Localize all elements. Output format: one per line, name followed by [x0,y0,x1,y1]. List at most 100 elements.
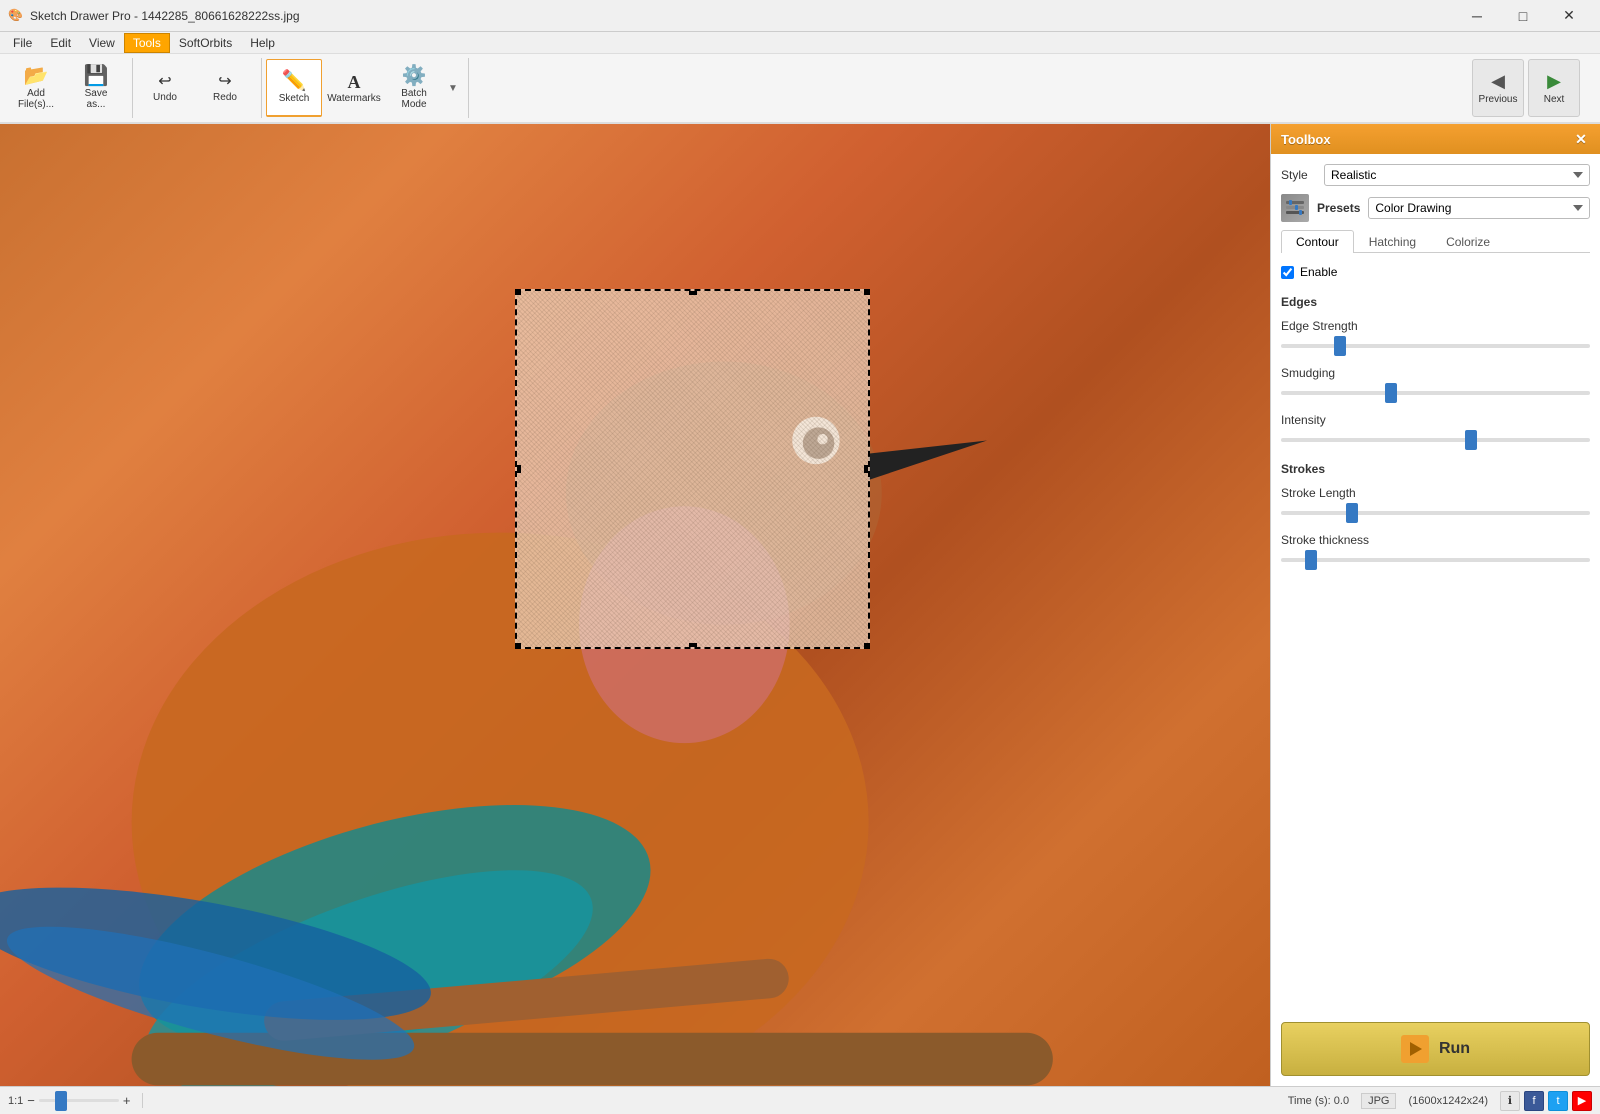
handle-topright[interactable] [864,289,870,295]
intensity-label: Intensity [1281,413,1590,427]
add-files-label: AddFile(s)... [18,88,54,110]
menu-file[interactable]: File [4,33,41,53]
menu-help[interactable]: Help [241,33,284,53]
strokes-section-title: Strokes [1281,462,1590,476]
canvas-area[interactable] [0,124,1270,1086]
smudging-track [1281,383,1590,403]
edge-strength-slider[interactable] [1281,344,1590,348]
menubar: File Edit View Tools SoftOrbits Help [0,32,1600,54]
handle-botleft[interactable] [515,643,521,649]
intensity-track [1281,430,1590,450]
status-icons: ℹ f t ▶ [1500,1091,1592,1111]
stroke-length-track [1281,503,1590,523]
save-as-button[interactable]: 💾 Saveas... [68,59,124,117]
stroke-thickness-slider[interactable] [1281,558,1590,562]
redo-label: Redo [213,92,237,103]
close-button[interactable]: ✕ [1546,0,1592,32]
stroke-length-label: Stroke Length [1281,486,1590,500]
zoom-level: 1:1 [8,1095,23,1107]
tab-contour[interactable]: Contour [1281,230,1354,253]
undo-label: Undo [153,92,177,103]
watermarks-label: Watermarks [327,93,381,104]
redo-icon: ↪ [218,74,231,90]
previous-button[interactable]: ◀ Previous [1472,59,1524,117]
sketch-button[interactable]: ✏️ Sketch [266,59,322,117]
status-info: Time (s): 0.0 JPG (1600x1242x24) ℹ f t ▶ [1288,1091,1592,1111]
batch-mode-button[interactable]: ⚙️ BatchMode [386,59,442,117]
titlebar: 🎨 Sketch Drawer Pro - 1442285_8066162822… [0,0,1600,32]
save-icon: 💾 [84,66,109,86]
presets-select[interactable]: Color Drawing Black & White Pencil Sketc… [1368,197,1590,219]
enable-checkbox[interactable] [1281,266,1294,279]
presets-row: Presets Color Drawing Black & White Penc… [1281,194,1590,222]
toolbar: 📂 AddFile(s)... 💾 Saveas... ↩ Undo ↪ Red… [0,54,1600,124]
redo-button[interactable]: ↪ Redo [197,59,253,117]
undo-icon: ↩ [158,74,171,90]
time-label: Time (s): 0.0 [1288,1095,1349,1107]
next-icon: ▶ [1547,71,1561,92]
zoom-minus-icon[interactable]: − [27,1093,35,1108]
facebook-button[interactable]: f [1524,1091,1544,1111]
style-label: Style [1281,168,1316,182]
tab-colorize[interactable]: Colorize [1431,230,1505,253]
minimize-button[interactable]: ─ [1454,0,1500,32]
stroke-thickness-item: Stroke thickness [1281,533,1590,570]
stroke-length-item: Stroke Length [1281,486,1590,523]
dimensions-info: (1600x1242x24) [1408,1095,1488,1107]
stroke-thickness-label: Stroke thickness [1281,533,1590,547]
handle-topleft[interactable] [515,289,521,295]
previous-label: Previous [1479,94,1518,105]
handle-botright[interactable] [864,643,870,649]
zoom-slider[interactable] [39,1099,119,1102]
intensity-slider[interactable] [1281,438,1590,442]
menu-edit[interactable]: Edit [41,33,80,53]
enable-label[interactable]: Enable [1300,265,1337,279]
sketch-overlay [517,291,868,647]
handle-botmid[interactable] [689,643,697,649]
maximize-button[interactable]: □ [1500,0,1546,32]
menu-view[interactable]: View [80,33,124,53]
edge-strength-label: Edge Strength [1281,319,1590,333]
stroke-length-slider[interactable] [1281,511,1590,515]
enable-row: Enable [1281,261,1590,283]
sketch-preview[interactable] [515,289,870,649]
statusbar: 1:1 − + Time (s): 0.0 JPG (1600x1242x24)… [0,1086,1600,1114]
undo-button[interactable]: ↩ Undo [137,59,193,117]
next-button[interactable]: ▶ Next [1528,59,1580,117]
handle-midright[interactable] [864,465,870,473]
next-label: Next [1544,94,1565,105]
youtube-button[interactable]: ▶ [1572,1091,1592,1111]
edge-strength-track [1281,336,1590,356]
stroke-thickness-track [1281,550,1590,570]
smudging-slider[interactable] [1281,391,1590,395]
twitter-button[interactable]: t [1548,1091,1568,1111]
app-title: Sketch Drawer Pro - 1442285_80661628222s… [30,9,1454,23]
edge-strength-item: Edge Strength [1281,319,1590,356]
watermarks-button[interactable]: A Watermarks [326,59,382,117]
main-area: Toolbox ✕ Style Realistic Pencil Charcoa… [0,124,1600,1086]
handle-midleft[interactable] [515,465,521,473]
style-select[interactable]: Realistic Pencil Charcoal Pastel [1324,164,1590,186]
tab-hatching[interactable]: Hatching [1354,230,1431,253]
edge-sliders: Edge Strength Smudging Intensity [1281,319,1590,450]
tabs-row: Contour Hatching Colorize [1281,230,1590,253]
toolbox-content: Style Realistic Pencil Charcoal Pastel [1271,154,1600,608]
run-label: Run [1439,1040,1470,1058]
zoom-plus-icon[interactable]: + [123,1093,131,1108]
toolbox-header: Toolbox ✕ [1271,124,1600,154]
run-button-area: Run [1271,1006,1600,1086]
toolbox-close-button[interactable]: ✕ [1572,130,1590,148]
sketch-icon: ✏️ [282,71,307,91]
presets-label: Presets [1317,201,1360,215]
edges-section-title: Edges [1281,295,1590,309]
menu-tools[interactable]: Tools [124,33,170,53]
run-button[interactable]: Run [1281,1022,1590,1076]
handle-topmid[interactable] [689,289,697,295]
previous-icon: ◀ [1491,71,1505,92]
watermarks-icon: A [348,73,361,91]
menu-softorbits[interactable]: SoftOrbits [170,33,241,53]
info-button[interactable]: ℹ [1500,1091,1520,1111]
add-files-button[interactable]: 📂 AddFile(s)... [8,59,64,117]
save-as-label: Saveas... [85,88,108,110]
toolbar-dropdown-arrow[interactable]: ▼ [446,59,460,117]
